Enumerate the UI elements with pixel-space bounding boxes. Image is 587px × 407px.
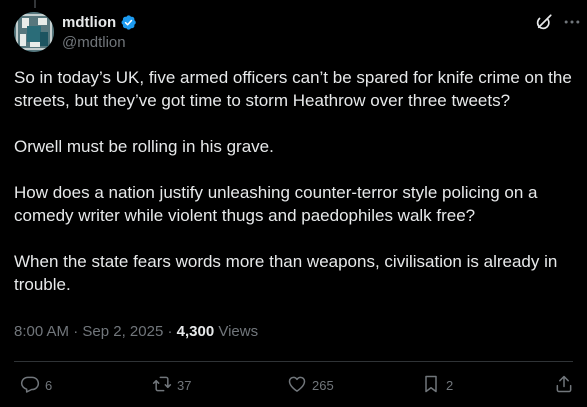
like-button[interactable]: 265 [287, 374, 334, 394]
divider [14, 361, 573, 362]
grok-icon[interactable] [535, 13, 553, 31]
heart-icon [288, 376, 306, 392]
avatar[interactable] [14, 12, 54, 52]
thread-connector-line [34, 0, 36, 8]
tweet-time[interactable]: 8:00 AM [14, 323, 69, 340]
bookmark-button[interactable]: 2 [421, 374, 453, 394]
reply-button[interactable]: 6 [20, 374, 52, 394]
reply-count: 6 [45, 377, 53, 393]
tweet-paragraph: So in today’s UK, five armed officers ca… [14, 68, 572, 110]
tweet-paragraph: When the state fears words more than wea… [14, 252, 558, 294]
author-handle[interactable]: @mdtlion [62, 34, 126, 51]
bookmark-count: 2 [446, 377, 454, 393]
share-icon [556, 375, 572, 393]
reply-icon [20, 376, 40, 393]
tweet-date[interactable]: Sep 2, 2025 [82, 323, 163, 340]
views-count[interactable]: 4,300 [177, 323, 215, 340]
meta-separator: · [167, 323, 173, 340]
author-display-name[interactable]: mdtlion [62, 14, 116, 31]
verified-badge-icon [121, 14, 136, 30]
bookmark-icon [425, 375, 437, 393]
tweet-paragraph: How does a nation justify unleashing cou… [14, 183, 538, 225]
repost-icon [152, 376, 172, 392]
like-count: 265 [312, 377, 334, 393]
more-options-icon[interactable] [562, 12, 582, 32]
tweet-paragraph: Orwell must be rolling in his grave. [14, 137, 274, 156]
repost-count: 37 [177, 377, 192, 393]
meta-separator: · [73, 323, 79, 340]
views-label: Views [218, 323, 259, 340]
tweet-text: So in today’s UK, five armed officers ca… [14, 66, 576, 296]
share-button[interactable] [554, 374, 574, 394]
author-name-row: mdtlion [62, 12, 137, 32]
tweet-metadata: 8:00 AM · Sep 2, 2025 · 4,300 Views [14, 323, 258, 340]
repost-button[interactable]: 37 [152, 374, 191, 394]
portrait-avatar-icon [14, 12, 54, 52]
